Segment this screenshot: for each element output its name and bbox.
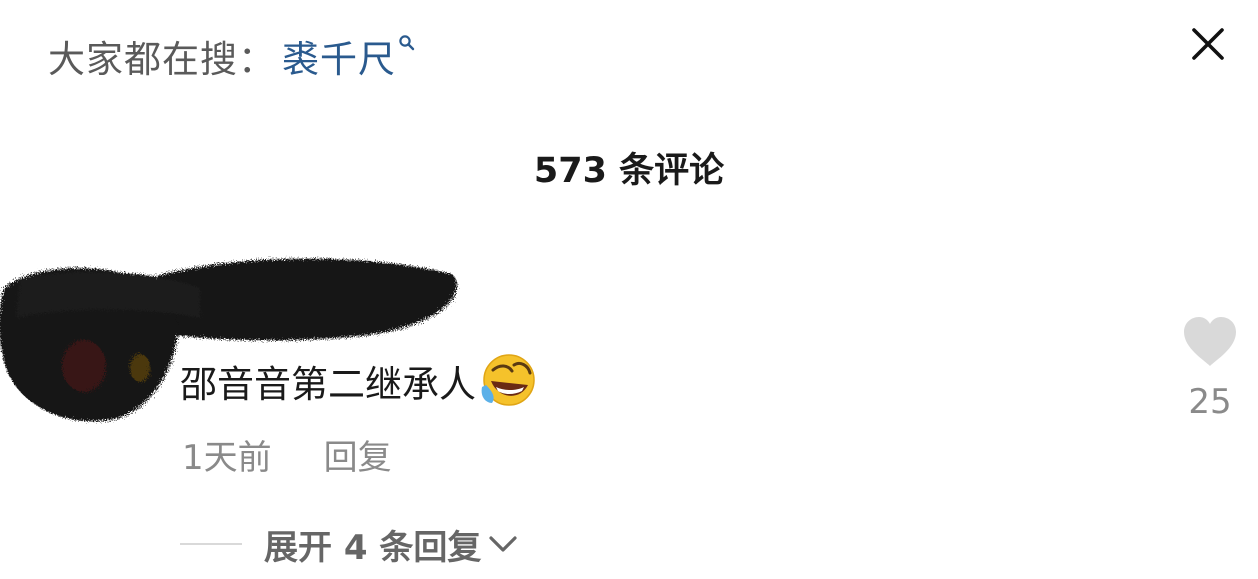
laughing-emoji-icon <box>478 351 538 411</box>
comment-text: 邵音音第二继承人 <box>180 354 538 408</box>
chevron-down-icon <box>487 533 519 555</box>
comment-count-title: 573 条评论 <box>533 151 725 191</box>
divider-line <box>180 543 242 545</box>
expand-replies-label: 展开 4 条回复 <box>264 527 482 568</box>
expand-replies-button[interactable]: 展开 4 条回复 <box>180 520 519 568</box>
heart-icon <box>1184 317 1236 366</box>
search-icon <box>398 34 416 52</box>
search-suggestion-bar[interactable]: 大家都在搜： 裘千尺 <box>48 28 416 84</box>
search-suggestion-prefix: 大家都在搜： <box>48 38 276 81</box>
close-button[interactable] <box>1188 24 1228 64</box>
comment-time: 1天前 <box>182 437 272 478</box>
reply-button[interactable]: 回复 <box>324 430 392 479</box>
comment-meta: 1天前 回复 <box>182 430 392 479</box>
comment-body: 邵音音第二继承人 <box>180 363 476 406</box>
close-icon <box>1192 28 1224 60</box>
like-button[interactable]: 25 <box>1180 316 1240 426</box>
like-count: 25 <box>1188 382 1232 422</box>
search-suggestion-term[interactable]: 裘千尺 <box>282 29 396 83</box>
